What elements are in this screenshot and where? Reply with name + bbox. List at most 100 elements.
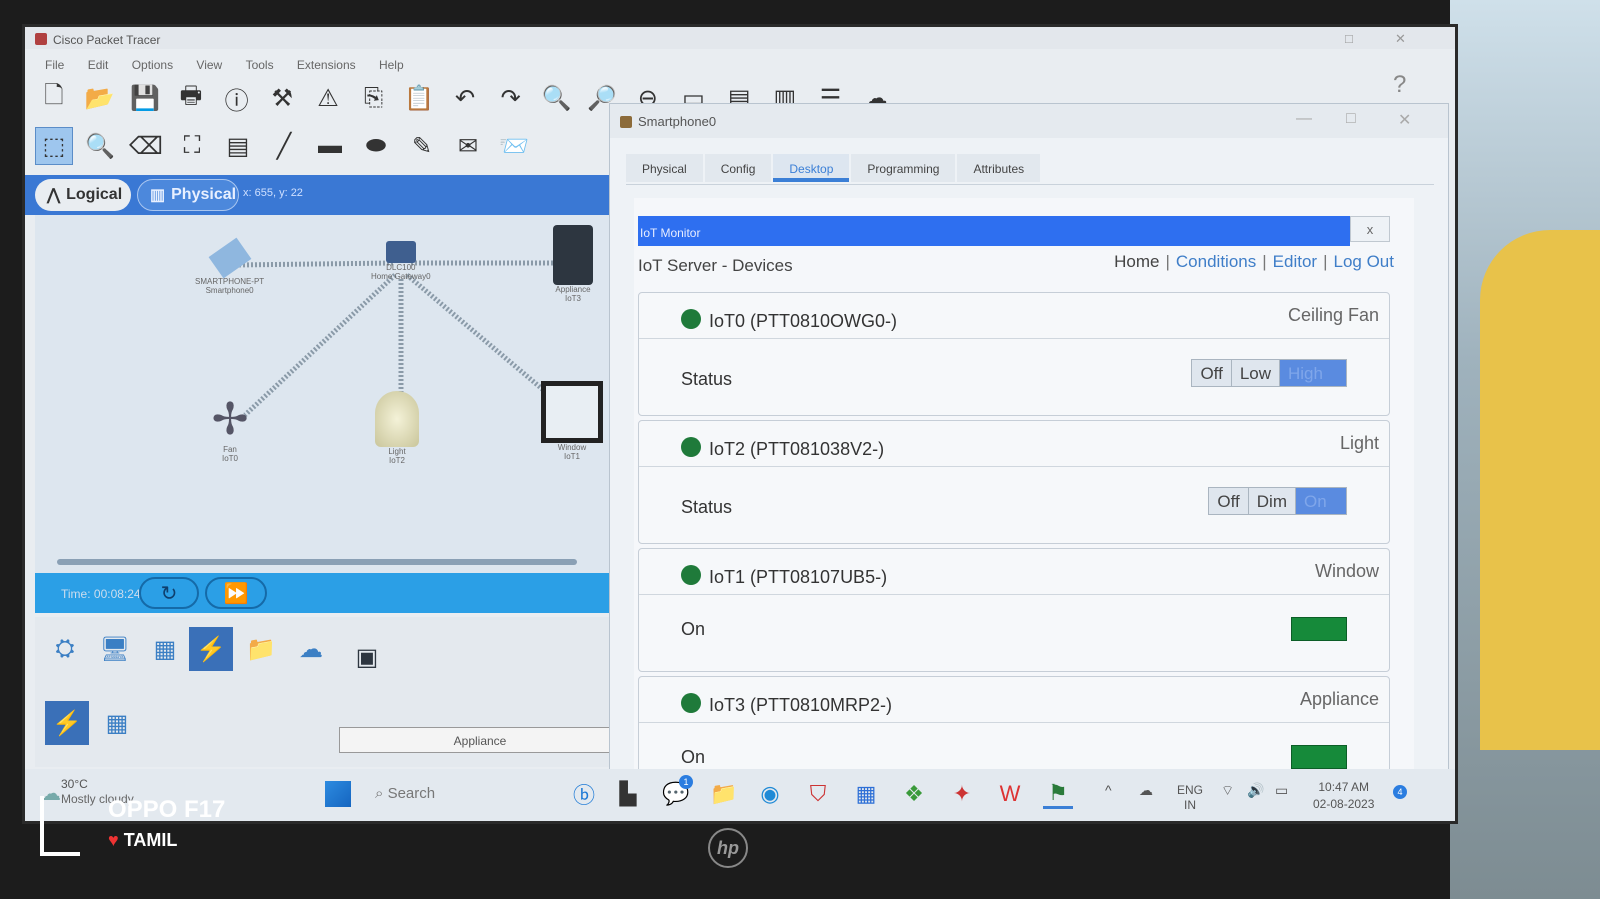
iot-monitor-close-button[interactable]: x xyxy=(1350,216,1390,242)
menu-options[interactable]: Options xyxy=(132,58,173,72)
fan-off-button[interactable]: Off xyxy=(1192,360,1232,386)
network-info-icon[interactable]: ⚠ xyxy=(309,79,347,117)
close-icon[interactable]: ✕ xyxy=(1398,110,1411,130)
home-gateway-device[interactable]: DLC100 Home Gateway0 xyxy=(371,241,431,281)
misc-icon[interactable]: 📁 xyxy=(239,627,283,671)
maximize-icon[interactable]: □ xyxy=(1346,110,1356,128)
app-icon[interactable]: ✦ xyxy=(947,779,977,809)
select-icon[interactable]: ⬚ xyxy=(35,127,73,165)
packet-tracer-taskbar-icon[interactable]: ⚑ xyxy=(1043,779,1073,809)
grid-icon[interactable]: ▦ xyxy=(95,701,139,745)
print-icon[interactable]: 🖶 xyxy=(172,79,210,117)
info-icon[interactable]: ⓘ xyxy=(218,79,256,117)
appliance-on-toggle[interactable] xyxy=(1291,745,1347,769)
wifi-icon[interactable]: ⌔ xyxy=(1221,783,1234,798)
connections-icon[interactable]: ⚡ xyxy=(189,627,233,671)
note-icon[interactable]: ▤ xyxy=(219,127,257,165)
tips-icon[interactable]: ❖ xyxy=(899,779,929,809)
heart-icon: ♥ xyxy=(108,830,119,850)
new-file-icon[interactable]: 🗋 xyxy=(35,79,73,117)
close-icon[interactable]: ✕ xyxy=(1395,31,1406,47)
windows-start-icon[interactable] xyxy=(325,781,351,807)
menu-extensions[interactable]: Extensions xyxy=(297,58,356,72)
store-icon[interactable]: ▦ xyxy=(851,779,881,809)
tab-physical[interactable]: Physical xyxy=(626,154,703,182)
power-cycle-button[interactable]: ↻ xyxy=(139,577,199,609)
paste-icon[interactable]: 📋 xyxy=(401,79,439,117)
fan-high-button[interactable]: High xyxy=(1280,360,1346,386)
light-dim-button[interactable]: Dim xyxy=(1248,488,1296,514)
taskbar-search[interactable]: ⌕ Search xyxy=(375,781,555,809)
save-icon[interactable]: 💾 xyxy=(126,79,164,117)
menu-tools[interactable]: Tools xyxy=(246,58,274,72)
physical-mode-button[interactable]: ▥ Physical xyxy=(137,179,239,211)
fan-low-button[interactable]: Low xyxy=(1231,360,1280,386)
maximize-icon[interactable]: □ xyxy=(1345,31,1353,46)
draw-line-icon[interactable]: ╱ xyxy=(265,127,303,165)
device-card-iot0[interactable]: IoT0 (PTT0810OWG0-) Ceiling Fan Status O… xyxy=(638,292,1390,416)
components-icon[interactable]: ▦ xyxy=(143,627,187,671)
freeform-icon[interactable]: ✎ xyxy=(403,127,441,165)
logical-mode-button[interactable]: ⋀ Logical xyxy=(35,179,131,211)
open-folder-icon[interactable]: 📂 xyxy=(81,79,119,117)
minimize-icon[interactable]: — xyxy=(1296,110,1312,128)
menu-edit[interactable]: Edit xyxy=(88,58,109,72)
end-devices-icon[interactable]: 🖥 xyxy=(93,627,137,671)
multiuser-icon[interactable]: ☁ xyxy=(289,627,333,671)
menu-view[interactable]: View xyxy=(196,58,222,72)
zoom-in-icon[interactable]: 🔍 xyxy=(538,79,576,117)
onedrive-icon[interactable]: ☁ xyxy=(1139,783,1153,798)
copy-icon[interactable]: ⎘ xyxy=(355,79,393,117)
device-card-iot1[interactable]: IoT1 (PTT08107UB5-) Window On xyxy=(638,548,1390,672)
window-device[interactable]: Window IoT1 xyxy=(541,381,603,461)
network-devices-icon[interactable]: ⛭ xyxy=(43,627,87,671)
simple-pdu-icon[interactable]: ✉ xyxy=(449,127,487,165)
language-indicator[interactable]: ENG IN xyxy=(1177,783,1203,813)
light-on-button[interactable]: On xyxy=(1296,488,1346,514)
mcafee-icon[interactable]: ⛉ xyxy=(803,779,833,809)
tab-desktop[interactable]: Desktop xyxy=(773,154,850,182)
task-view-icon[interactable]: ▙ xyxy=(613,779,643,809)
complex-pdu-icon[interactable]: 📨 xyxy=(495,127,533,165)
tab-attributes[interactable]: Attributes xyxy=(957,154,1041,182)
wps-icon[interactable]: W xyxy=(995,779,1025,809)
delete-icon[interactable]: ⌫ xyxy=(127,127,165,165)
menu-help[interactable]: Help xyxy=(379,58,404,72)
nav-home[interactable]: Home xyxy=(1114,252,1159,271)
lightning-icon[interactable]: ⚡ xyxy=(45,701,89,745)
undo-icon[interactable]: ↶ xyxy=(446,79,484,117)
canvas-horizontal-scrollbar[interactable] xyxy=(57,559,577,565)
menu-file[interactable]: File xyxy=(45,58,64,72)
draw-rectangle-icon[interactable]: ▬ xyxy=(311,127,349,165)
edge-icon[interactable]: ◉ xyxy=(755,779,785,809)
appliance-palette-icon[interactable]: ▣ xyxy=(345,635,389,679)
window-on-toggle[interactable] xyxy=(1291,617,1347,641)
bing-icon[interactable]: ⓑ xyxy=(569,779,599,809)
nav-editor[interactable]: Editor xyxy=(1273,252,1317,271)
resize-icon[interactable]: ⛶ xyxy=(173,127,211,165)
tray-overflow-icon[interactable]: ^ xyxy=(1105,783,1112,798)
file-explorer-icon[interactable]: 📁 xyxy=(709,779,739,809)
fast-forward-button[interactable]: ⏩ xyxy=(205,577,267,609)
wizard-icon[interactable]: ⚒ xyxy=(263,79,301,117)
logical-workspace[interactable]: SMARTPHONE-PT Smartphone0 DLC100 Home Ga… xyxy=(35,215,635,575)
nav-logout[interactable]: Log Out xyxy=(1334,252,1395,271)
light-off-button[interactable]: Off xyxy=(1209,488,1249,514)
smartphone-device[interactable]: SMARTPHONE-PT Smartphone0 xyxy=(195,237,264,295)
fan-device[interactable]: ✢ Fan IoT0 xyxy=(185,395,275,463)
nav-conditions[interactable]: Conditions xyxy=(1176,252,1256,271)
volume-icon[interactable]: 🔊 xyxy=(1247,783,1264,798)
light-device[interactable]: Light IoT2 xyxy=(375,391,419,465)
tab-programming[interactable]: Programming xyxy=(851,154,956,182)
tab-config[interactable]: Config xyxy=(704,154,772,182)
clock[interactable]: 10:47 AM 02-08-2023 xyxy=(1313,779,1374,813)
device-card-iot2[interactable]: IoT2 (PTT081038V2-) Light Status Off Dim… xyxy=(638,420,1390,544)
battery-icon[interactable]: ▭ xyxy=(1275,783,1288,798)
help-icon[interactable]: ? xyxy=(1393,71,1406,99)
notification-badge[interactable]: 4 xyxy=(1393,785,1407,799)
inspect-icon[interactable]: 🔍 xyxy=(81,127,119,165)
appliance-device[interactable]: Appliance IoT3 xyxy=(553,225,593,303)
redo-icon[interactable]: ↷ xyxy=(492,79,530,117)
status-dot xyxy=(681,309,701,329)
draw-ellipse-icon[interactable]: ⬬ xyxy=(357,127,395,165)
